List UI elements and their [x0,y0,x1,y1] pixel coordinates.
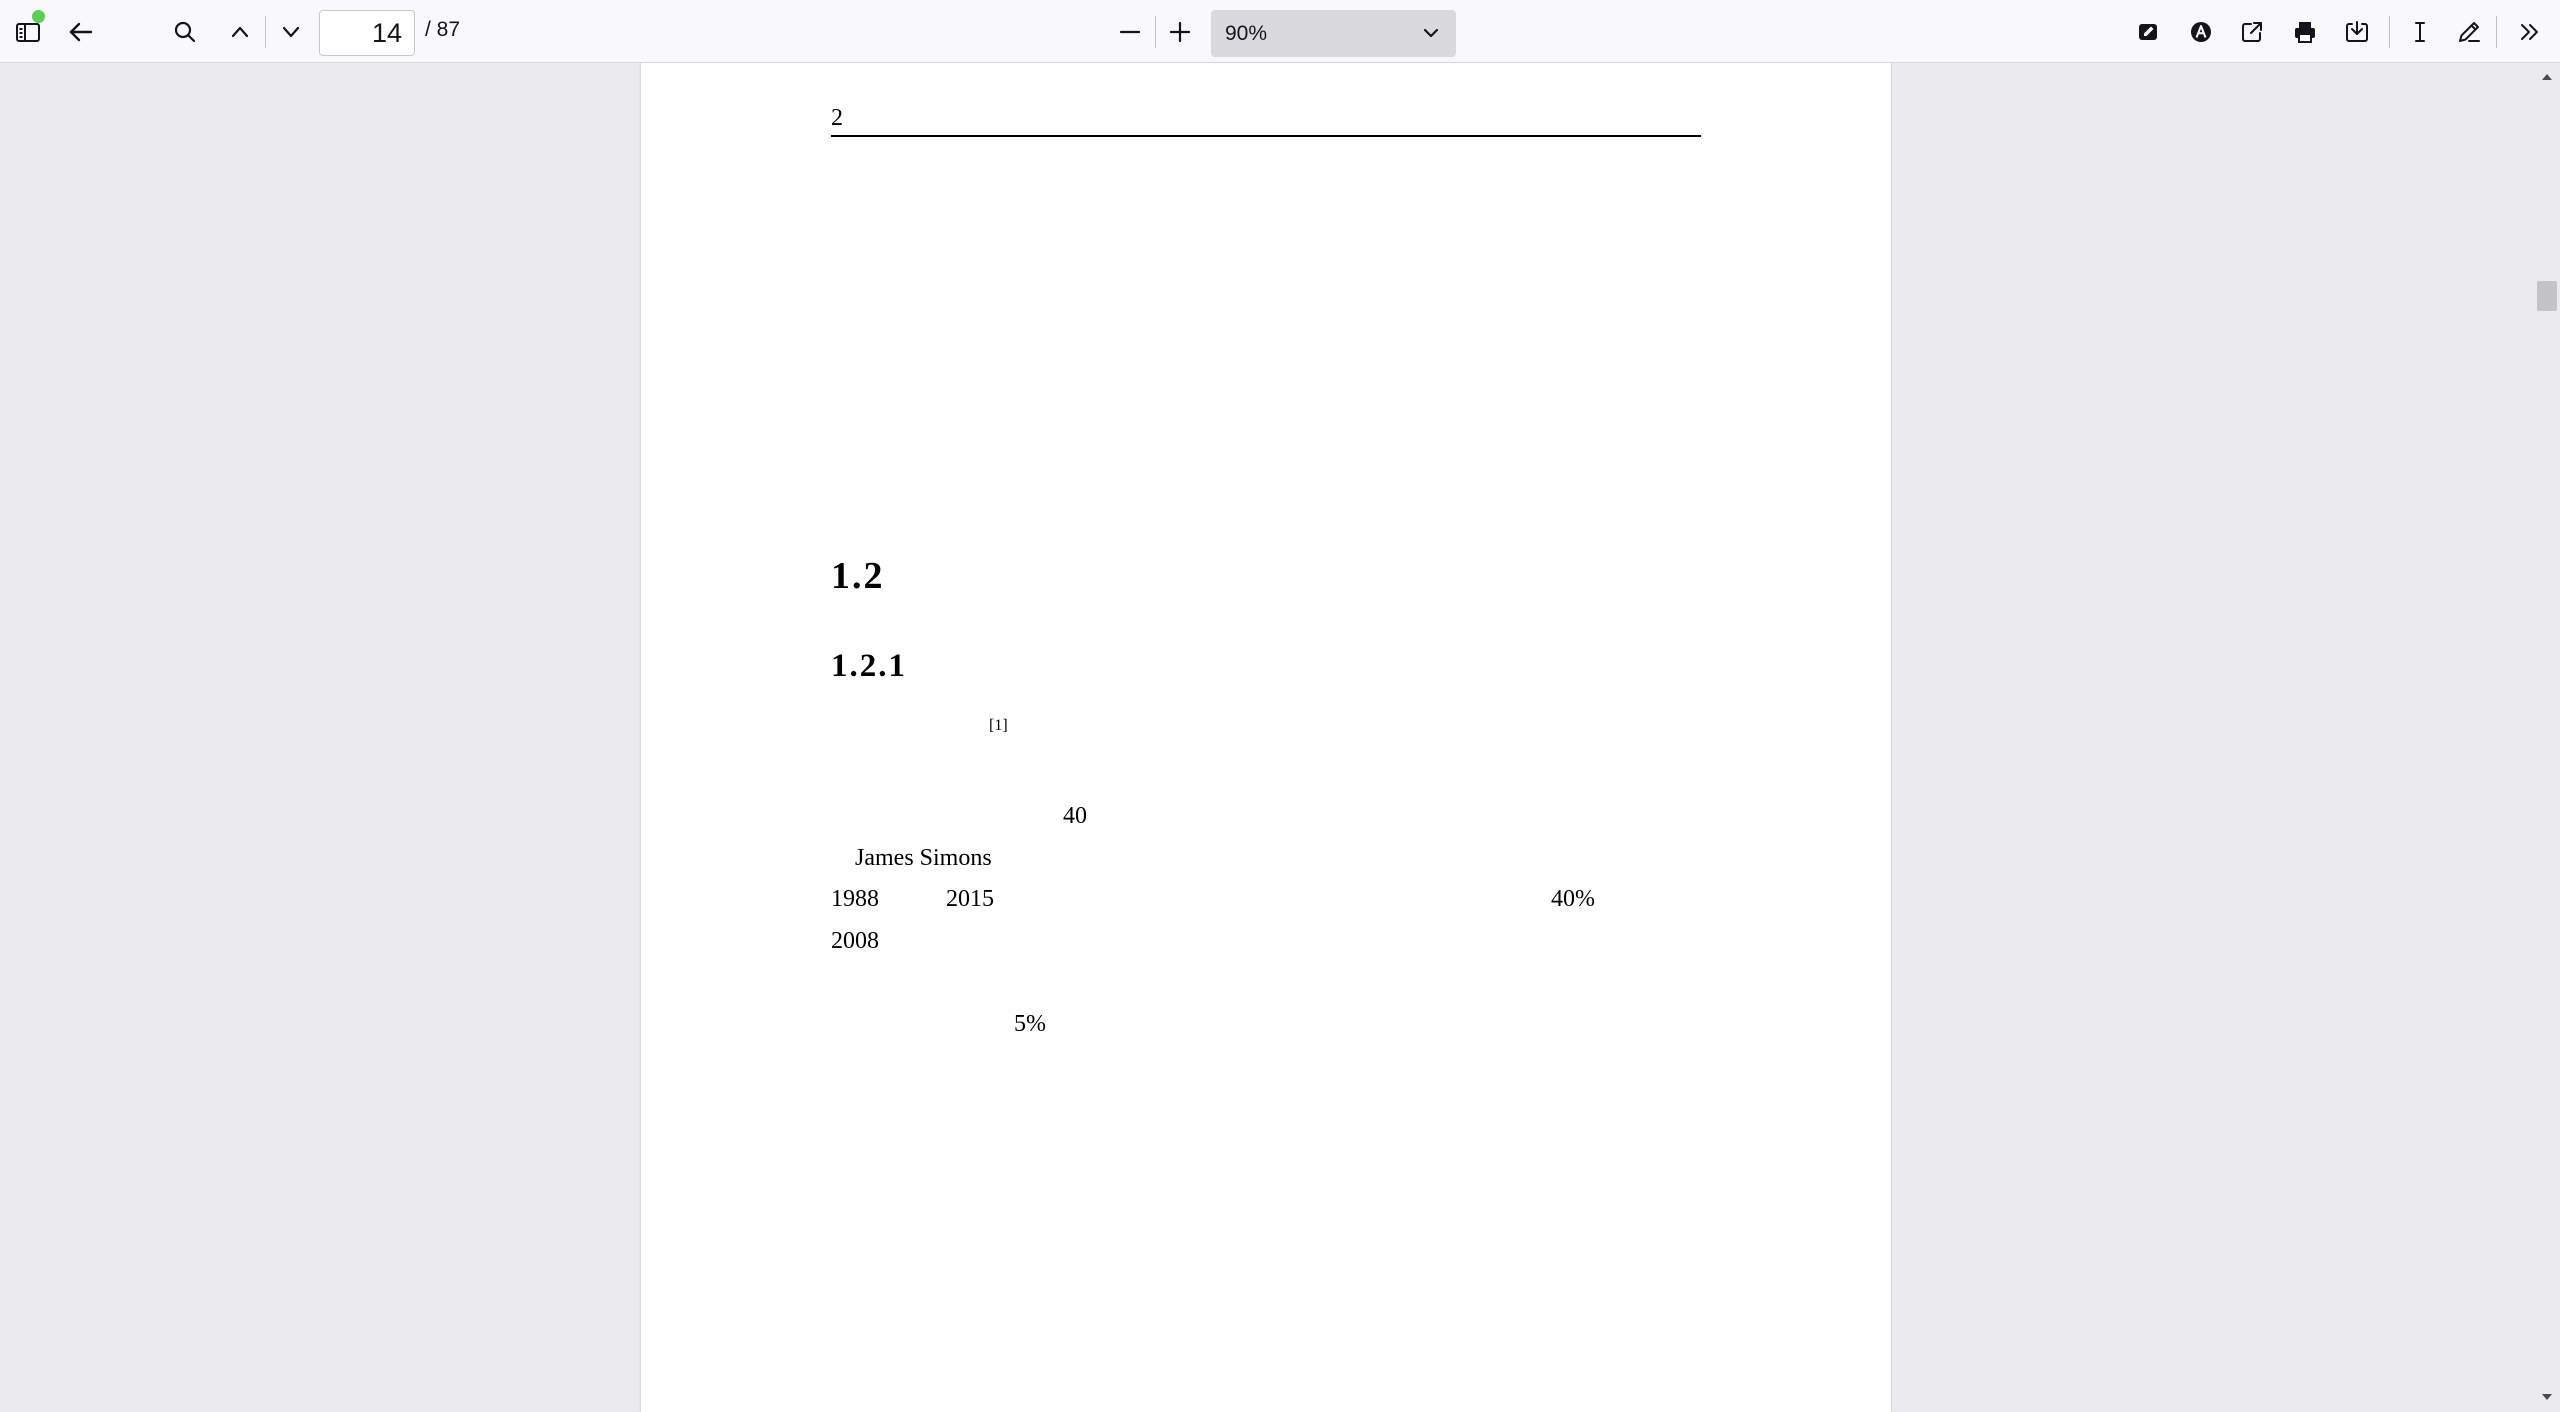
chevron-down-icon [282,26,300,38]
edit-button[interactable] [2126,10,2170,54]
toolbar-separator [265,16,266,48]
toolbar-separator [2389,16,2390,48]
search-icon [174,21,196,43]
double-chevron-icon [2521,24,2538,40]
scrollbar-thumb[interactable] [2537,281,2557,311]
zoom-out-button[interactable] [1108,10,1152,54]
text-40: 40 [1063,803,1087,829]
notification-dot [32,10,45,23]
zoom-in-button[interactable] [1158,10,1202,54]
section-heading: 1.2 [831,555,885,597]
minus-icon [1119,30,1141,34]
next-page-button[interactable] [269,10,313,54]
scroll-down-icon[interactable] [2539,1389,2555,1405]
pdf-page: 2 1.2 1.2.1 [1] 40 James Simons 1988 201… [641,63,1891,1412]
external-link-icon [2242,22,2262,42]
scroll-up-icon[interactable] [2539,69,2555,85]
more-tools-button[interactable] [2508,10,2552,54]
toolbar-separator [1155,16,1156,48]
text-2015: 2015 [946,886,994,912]
text-select-button[interactable] [2398,10,2442,54]
back-button[interactable] [59,10,103,54]
zoom-value: 90% [1225,22,1268,45]
draw-pencil-icon [2459,22,2480,42]
vertical-scrollbar[interactable] [2533,63,2560,1412]
page-header-number: 2 [831,105,843,131]
edit-pencil-icon [2139,24,2157,40]
back-arrow-icon [69,22,93,42]
plus-icon [1169,21,1191,43]
document-viewer[interactable]: 2 1.2 1.2.1 [1] 40 James Simons 1988 201… [0,63,2533,1412]
find-button[interactable] [163,10,207,54]
chevron-up-icon [231,26,249,38]
chevron-down-icon [1423,28,1439,38]
subsection-heading: 1.2.1 [831,648,907,684]
toolbar-separator [2496,16,2497,48]
print-icon [2295,22,2315,43]
download-icon [2346,21,2368,42]
previous-page-button[interactable] [218,10,262,54]
print-button[interactable] [2283,10,2327,54]
text-button[interactable] [2179,10,2223,54]
save-button[interactable] [2335,10,2379,54]
draw-button[interactable] [2447,10,2491,54]
page-number-input[interactable]: 14 [319,10,415,56]
zoom-select[interactable]: 90% [1211,10,1456,57]
open-external-button[interactable] [2230,10,2274,54]
text-40-percent: 40% [1551,886,1595,912]
page-total-label: / 87 [425,18,461,41]
text-5-percent: 5% [1014,1011,1046,1037]
citation-ref[interactable]: [1] [989,717,1008,735]
pdf-toolbar: 14 / 87 90% [0,0,2560,63]
header-rule [831,135,1701,137]
text-2008: 2008 [831,928,879,954]
text-name: James Simons [855,845,992,871]
text-1988: 1988 [831,886,879,912]
text-cursor-icon [2415,22,2425,42]
text-a-icon [2191,22,2211,42]
